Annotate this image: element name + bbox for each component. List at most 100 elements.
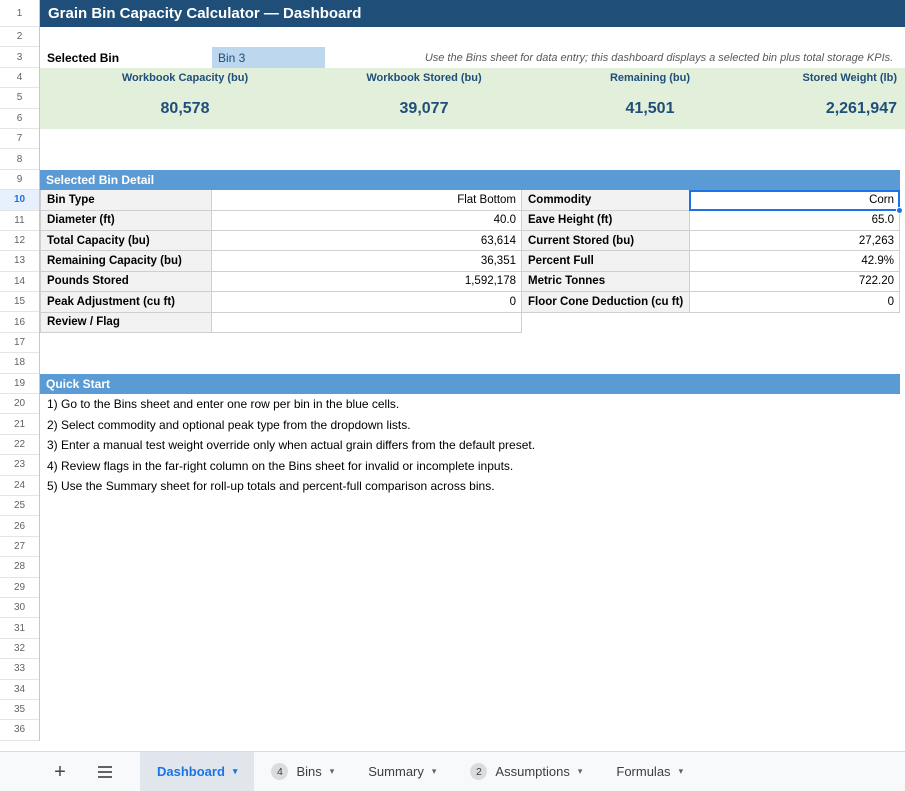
sheet-tab-bins[interactable]: 4Bins▾ <box>254 752 351 791</box>
selected-bin-value-cell[interactable]: Bin 3 <box>212 47 325 67</box>
row-number-9[interactable]: 9 <box>0 170 39 190</box>
detail-value-cell[interactable]: 36,351 <box>212 251 522 271</box>
row-number-35[interactable]: 35 <box>0 700 39 720</box>
dashboard-note: Use the Bins sheet for data entry; this … <box>425 47 893 67</box>
row-number-21[interactable]: 21 <box>0 414 39 434</box>
detail-value-cell[interactable]: 27,263 <box>690 231 900 251</box>
row-number-20[interactable]: 20 <box>0 394 39 414</box>
row-number-11[interactable]: 11 <box>0 211 39 231</box>
dashboard-title-cell: Grain Bin Capacity Calculator — Dashboar… <box>40 0 905 27</box>
kpi-value-row: 80,57839,07741,5012,261,947 <box>40 88 905 129</box>
detail-row: Diameter (ft)40.0Eave Height (ft)65.0 <box>41 211 900 231</box>
kpi-header-row: Workbook Capacity (bu)Workbook Stored (b… <box>40 68 905 88</box>
detail-label-cell: Total Capacity (bu) <box>41 231 212 251</box>
row-number-14[interactable]: 14 <box>0 272 39 292</box>
row-number-13[interactable]: 13 <box>0 251 39 271</box>
row-number-32[interactable]: 32 <box>0 639 39 659</box>
kpi-label-cell: Remaining (bu) <box>518 68 782 88</box>
chevron-down-icon[interactable]: ▾ <box>330 766 335 777</box>
row-number-26[interactable]: 26 <box>0 516 39 536</box>
detail-value-cell[interactable]: 63,614 <box>212 231 522 251</box>
detail-label-cell: Metric Tonnes <box>522 272 690 292</box>
spreadsheet-app: 1234567891011121314151617181920212223242… <box>0 0 905 791</box>
row-number-15[interactable]: 15 <box>0 292 39 312</box>
tab-label: Formulas <box>616 764 670 779</box>
detail-label-cell: Current Stored (bu) <box>522 231 690 251</box>
row-number-7[interactable]: 7 <box>0 129 39 149</box>
row-number-24[interactable]: 24 <box>0 476 39 496</box>
row-number-5[interactable]: 5 <box>0 88 39 108</box>
kpi-label-cell: Stored Weight (lb) <box>782 68 905 88</box>
sheet-tab-summary[interactable]: Summary▾ <box>351 752 453 791</box>
row-number-36[interactable]: 36 <box>0 720 39 740</box>
detail-value-cell[interactable]: Flat Bottom <box>212 190 522 210</box>
row-number-33[interactable]: 33 <box>0 659 39 679</box>
kpi-block: Workbook Capacity (bu)Workbook Stored (b… <box>40 68 905 129</box>
row-number-16[interactable]: 16 <box>0 312 39 332</box>
row-number-22[interactable]: 22 <box>0 435 39 455</box>
detail-value-cell[interactable] <box>212 313 522 333</box>
row-number-1[interactable]: 1 <box>0 0 39 27</box>
row-number-12[interactable]: 12 <box>0 231 39 251</box>
tab-badge: 2 <box>470 763 487 780</box>
detail-label-cell: Review / Flag <box>41 313 212 333</box>
row-number-29[interactable]: 29 <box>0 578 39 598</box>
kpi-value-cell[interactable]: 2,261,947 <box>782 88 905 129</box>
row-number-6[interactable]: 6 <box>0 109 39 129</box>
detail-row: Remaining Capacity (bu)36,351Percent Ful… <box>41 251 900 271</box>
chevron-down-icon[interactable]: ▾ <box>233 766 238 777</box>
detail-value-cell[interactable]: 1,592,178 <box>212 272 522 292</box>
all-sheets-menu-button[interactable] <box>94 762 116 782</box>
row-number-23[interactable]: 23 <box>0 455 39 475</box>
chevron-down-icon[interactable]: ▾ <box>432 766 437 777</box>
sheet-tab-bar: + Dashboard▾4Bins▾Summary▾2Assumptions▾F… <box>0 751 905 791</box>
chevron-down-icon[interactable]: ▾ <box>679 766 684 777</box>
row-number-28[interactable]: 28 <box>0 557 39 577</box>
hamburger-icon <box>98 766 112 778</box>
row-number-30[interactable]: 30 <box>0 598 39 618</box>
tab-badge: 4 <box>271 763 288 780</box>
chevron-down-icon[interactable]: ▾ <box>578 766 583 777</box>
detail-value-cell[interactable]: 65.0 <box>690 211 900 231</box>
row-number-31[interactable]: 31 <box>0 618 39 638</box>
detail-label-cell: Peak Adjustment (cu ft) <box>41 292 212 312</box>
row-number-3[interactable]: 3 <box>0 47 39 67</box>
detail-value-cell[interactable] <box>690 313 900 333</box>
sheet-tab-list: Dashboard▾4Bins▾Summary▾2Assumptions▾For… <box>140 752 700 791</box>
detail-value-cell[interactable]: 0 <box>212 292 522 312</box>
kpi-value-cell[interactable]: 80,578 <box>40 88 330 129</box>
quick-start-steps: 1) Go to the Bins sheet and enter one ro… <box>40 394 905 496</box>
quick-start-step: 5) Use the Summary sheet for roll-up tot… <box>40 476 905 496</box>
detail-value-cell[interactable]: 722.20 <box>690 272 900 292</box>
detail-value-cell[interactable]: 0 <box>690 292 900 312</box>
sheet-tab-assumptions[interactable]: 2Assumptions▾ <box>453 752 599 791</box>
sheet-tab-dashboard[interactable]: Dashboard▾ <box>140 752 254 791</box>
row-number-8[interactable]: 8 <box>0 149 39 169</box>
detail-label-cell: Commodity <box>522 190 690 210</box>
row-number-19[interactable]: 19 <box>0 374 39 394</box>
detail-label-cell: Floor Cone Deduction (cu ft) <box>522 292 690 312</box>
row-number-34[interactable]: 34 <box>0 680 39 700</box>
row-number-gutter: 1234567891011121314151617181920212223242… <box>0 0 40 741</box>
row-number-10[interactable]: 10 <box>0 190 39 210</box>
add-sheet-button[interactable]: + <box>48 760 72 784</box>
row-number-17[interactable]: 17 <box>0 333 39 353</box>
row-number-2[interactable]: 2 <box>0 27 39 47</box>
kpi-value-cell[interactable]: 39,077 <box>330 88 518 129</box>
detail-value-cell[interactable]: 42.9% <box>690 251 900 271</box>
row-number-25[interactable]: 25 <box>0 496 39 516</box>
fill-handle[interactable] <box>896 207 903 214</box>
detail-table: Bin TypeFlat BottomCommodityCornDiameter… <box>40 190 900 333</box>
selected-bin-row: Selected Bin Bin 3 Use the Bins sheet fo… <box>40 47 905 67</box>
kpi-value-cell[interactable]: 41,501 <box>518 88 782 129</box>
detail-label-cell: Percent Full <box>522 251 690 271</box>
detail-value-cell[interactable]: Corn <box>690 190 900 210</box>
detail-label-cell: Eave Height (ft) <box>522 211 690 231</box>
detail-value-cell[interactable]: 40.0 <box>212 211 522 231</box>
row-number-4[interactable]: 4 <box>0 68 39 88</box>
kpi-label-cell: Workbook Capacity (bu) <box>40 68 330 88</box>
row-number-18[interactable]: 18 <box>0 353 39 373</box>
row-number-27[interactable]: 27 <box>0 537 39 557</box>
sheet-tab-formulas[interactable]: Formulas ▾ <box>599 752 700 791</box>
kpi-label-cell: Workbook Stored (bu) <box>330 68 518 88</box>
